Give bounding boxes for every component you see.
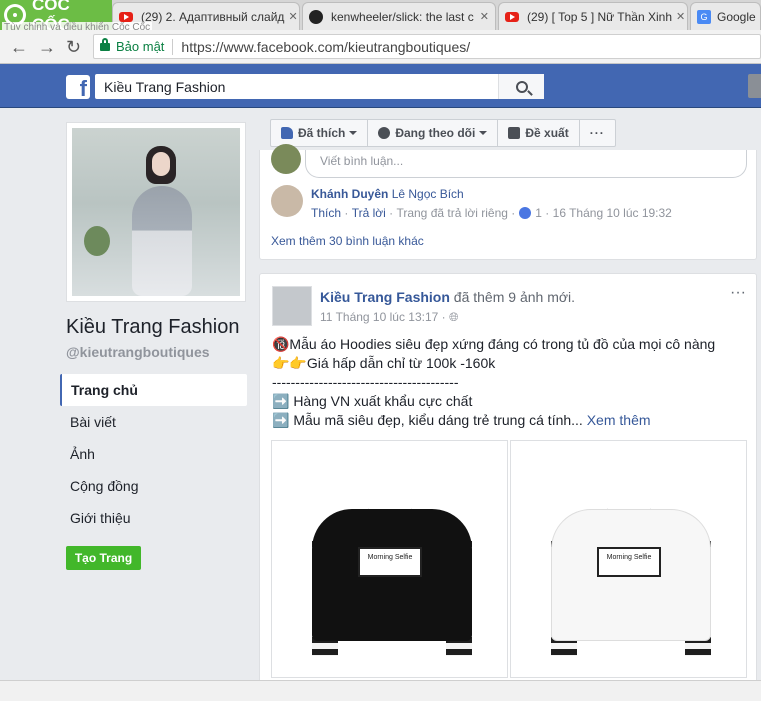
nav-item-posts[interactable]: Bài viết [60,406,247,438]
comment-like-link[interactable]: Thích [311,206,341,220]
github-icon [309,9,323,24]
youtube-icon [119,11,133,22]
search-input[interactable]: Kiều Trang Fashion [95,79,498,95]
like-page-button[interactable]: Đã thích [271,120,369,146]
more-options-button[interactable]: ··· [580,120,615,146]
hanger-shape [367,481,413,511]
youtube-icon [505,11,519,22]
close-tab-icon[interactable]: ✕ [476,10,489,23]
tab-2[interactable]: kenwheeler/slick: the last c ✕ [302,2,496,30]
page-username[interactable]: @kieutrangboutiques [66,344,210,360]
post-action-text: đã thêm 9 ảnh mới. [453,289,576,305]
like-label: Đã thích [298,126,346,140]
page-action-bar: Đã thích Đang theo dõi Đề xuất ··· [270,119,616,147]
post-header: Kiều Trang Fashion đã thêm 9 ảnh mới. [320,289,575,305]
tab-4[interactable]: G Google [690,2,761,30]
status-bar [0,680,761,701]
post-line: 👉👉Giá hấp dẫn chỉ từ 100k -160k [272,355,496,371]
post-comments-card: Viết bình luận... Khánh Duyên Lê Ngọc Bí… [259,144,757,260]
comment-author-line: Khánh Duyên Lê Ngọc Bích [311,187,464,201]
plant-shape [84,226,110,256]
create-page-button[interactable]: Tạo Trang [66,546,141,570]
url-field[interactable]: Bảo mật https://www.facebook.com/kieutra… [93,34,761,59]
post-image-2[interactable]: Morning Selfie [510,440,747,678]
follow-label: Đang theo dõi [395,126,476,140]
profile-photo [72,128,240,296]
post-line: 🔞Mẫu áo Hoodies siêu đẹp xứng đáng có tr… [272,336,716,352]
facebook-logo-icon[interactable]: f [66,75,90,99]
dress-shape [132,186,192,296]
page-nav: Trang chủ Bài viết Ảnh Cộng đồng Giới th… [60,374,247,534]
address-bar: ← → ↻ Bảo mật https://www.facebook.com/k… [0,30,761,64]
close-tab-icon[interactable]: ✕ [284,10,297,23]
avatar[interactable] [271,185,303,217]
post-line: ---------------------------------------- [272,374,459,390]
nav-item-community[interactable]: Cộng đồng [60,470,247,502]
rss-icon [378,127,391,139]
chevron-down-icon [479,131,488,135]
post-options-icon[interactable]: ··· [730,284,746,302]
post-body: 🔞Mẫu áo Hoodies siêu đẹp xứng đáng có tr… [272,335,747,430]
tab-title: (29) 2. Адаптивный слайд [141,9,285,24]
follow-button[interactable]: Đang theo dõi [368,120,499,146]
nav-item-photos[interactable]: Ảnh [60,438,247,470]
suggest-label: Đề xuất [525,126,569,140]
google-translate-icon: G [697,9,711,24]
comment-timestamp[interactable]: 16 Tháng 10 lúc 19:32 [553,206,672,220]
avatar[interactable] [748,74,761,98]
comment-input[interactable]: Viết bình luận... [305,150,747,178]
post-line: ➡️ Hàng VN xuất khẩu cực chất [272,393,473,409]
post-image-1[interactable]: Morning Selfie [271,440,508,678]
view-more-comments-link[interactable]: Xem thêm 30 bình luận khác [271,234,424,248]
nav-item-about[interactable]: Giới thiệu [60,502,247,534]
thumbs-up-icon [281,127,293,139]
facebook-header: f Kiều Trang Fashion [0,64,761,108]
tab-title: kenwheeler/slick: the last c [331,9,474,24]
face-shape [152,152,170,176]
reload-icon[interactable]: ↻ [66,37,81,58]
avatar[interactable] [272,286,312,326]
post-card: Kiều Trang Fashion đã thêm 9 ảnh mới. 11… [259,273,757,701]
like-reaction-icon [519,207,532,219]
browser-tab-bar: CỐC CỐC (29) 2. Адаптивный слайд ✕ kenwh… [0,0,761,34]
comment-meta: Thích · Trả lời · Trang đã trả lời riêng… [311,206,672,220]
comment-author[interactable]: Khánh Duyên [311,187,388,201]
hoodie-label: Morning Selfie [358,547,422,577]
profile-picture[interactable] [66,122,246,302]
search-box[interactable]: Kiều Trang Fashion [95,74,544,99]
comment-tagged-user[interactable]: Lê Ngọc Bích [392,187,464,201]
post-line-last: ➡️ Mẫu mã siêu đẹp, kiểu dáng trẻ trung … [272,411,747,430]
suggest-button[interactable]: Đề xuất [498,120,580,146]
lock-icon [100,37,110,51]
post-line: ➡️ Mẫu mã siêu đẹp, kiểu dáng trẻ trung … [272,412,583,428]
search-icon [515,80,528,93]
search-button[interactable] [498,74,544,99]
globe-icon: 🌐︎ [449,310,459,324]
tab-title: Google [717,9,756,24]
like-count[interactable]: 1 [535,206,542,220]
see-more-link[interactable]: Xem thêm [587,412,651,428]
share-icon [508,127,521,139]
forward-arrow-icon[interactable]: → [38,37,56,58]
avatar [271,144,301,174]
back-arrow-icon[interactable]: ← [10,37,28,58]
comment-reply-link[interactable]: Trả lời [352,206,386,220]
divider [172,38,174,55]
hanger-shape [606,481,652,511]
tab-title: (29) [ Top 5 ] Nữ Thần Xinh [527,9,673,24]
post-time-text: 11 Tháng 10 lúc 13:17 · [320,310,446,324]
post-timestamp[interactable]: 11 Tháng 10 lúc 13:17 · 🌐︎ [320,310,459,325]
private-reply-text: Trang đã trả lời riêng [396,206,508,220]
tab-3[interactable]: (29) [ Top 5 ] Nữ Thần Xinh ✕ [498,2,688,30]
url-text: https://www.facebook.com/kieutrangboutiq… [181,38,471,55]
close-tab-icon[interactable]: ✕ [672,10,685,23]
secure-label: Bảo mật [116,39,165,54]
hoodie-label: Morning Selfie [597,547,661,577]
nav-item-home[interactable]: Trang chủ [60,374,247,406]
post-author[interactable]: Kiều Trang Fashion [320,289,450,305]
chevron-down-icon [349,131,358,135]
page-title[interactable]: Kiều Trang Fashion [66,316,239,339]
